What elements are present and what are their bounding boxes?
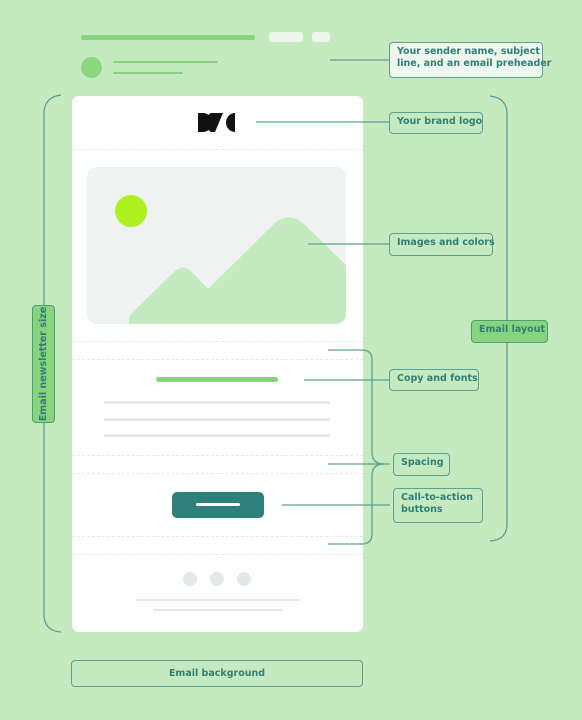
annotation-logo: Your brand logo bbox=[389, 112, 483, 134]
annotation-spacing: Spacing bbox=[393, 453, 450, 476]
annotation-copy: Copy and fonts bbox=[389, 369, 479, 391]
annotation-images: Images and colors bbox=[389, 233, 495, 256]
spacing-bracket bbox=[328, 349, 385, 545]
annotation-cta-line2: buttons bbox=[401, 504, 443, 515]
annotation-size: Email newsletter size bbox=[32, 305, 55, 423]
annotation-layout: Email layout bbox=[471, 320, 548, 343]
connector-lines bbox=[43, 59, 508, 633]
annotation-size-text: Email newsletter size bbox=[37, 306, 49, 422]
annotation-cta-line1: Call-to-action bbox=[401, 492, 473, 503]
annotation-sender: Your sender name, subject line, and an e… bbox=[389, 42, 552, 78]
annotation-sender-line2: line, and an email preheader bbox=[397, 58, 552, 69]
email-layout-bracket bbox=[489, 95, 508, 542]
annotation-background: Email background bbox=[71, 660, 363, 687]
annotation-sender-line1: Your sender name, subject bbox=[397, 46, 540, 57]
annotation-cta: Call-to-action buttons bbox=[393, 488, 483, 523]
